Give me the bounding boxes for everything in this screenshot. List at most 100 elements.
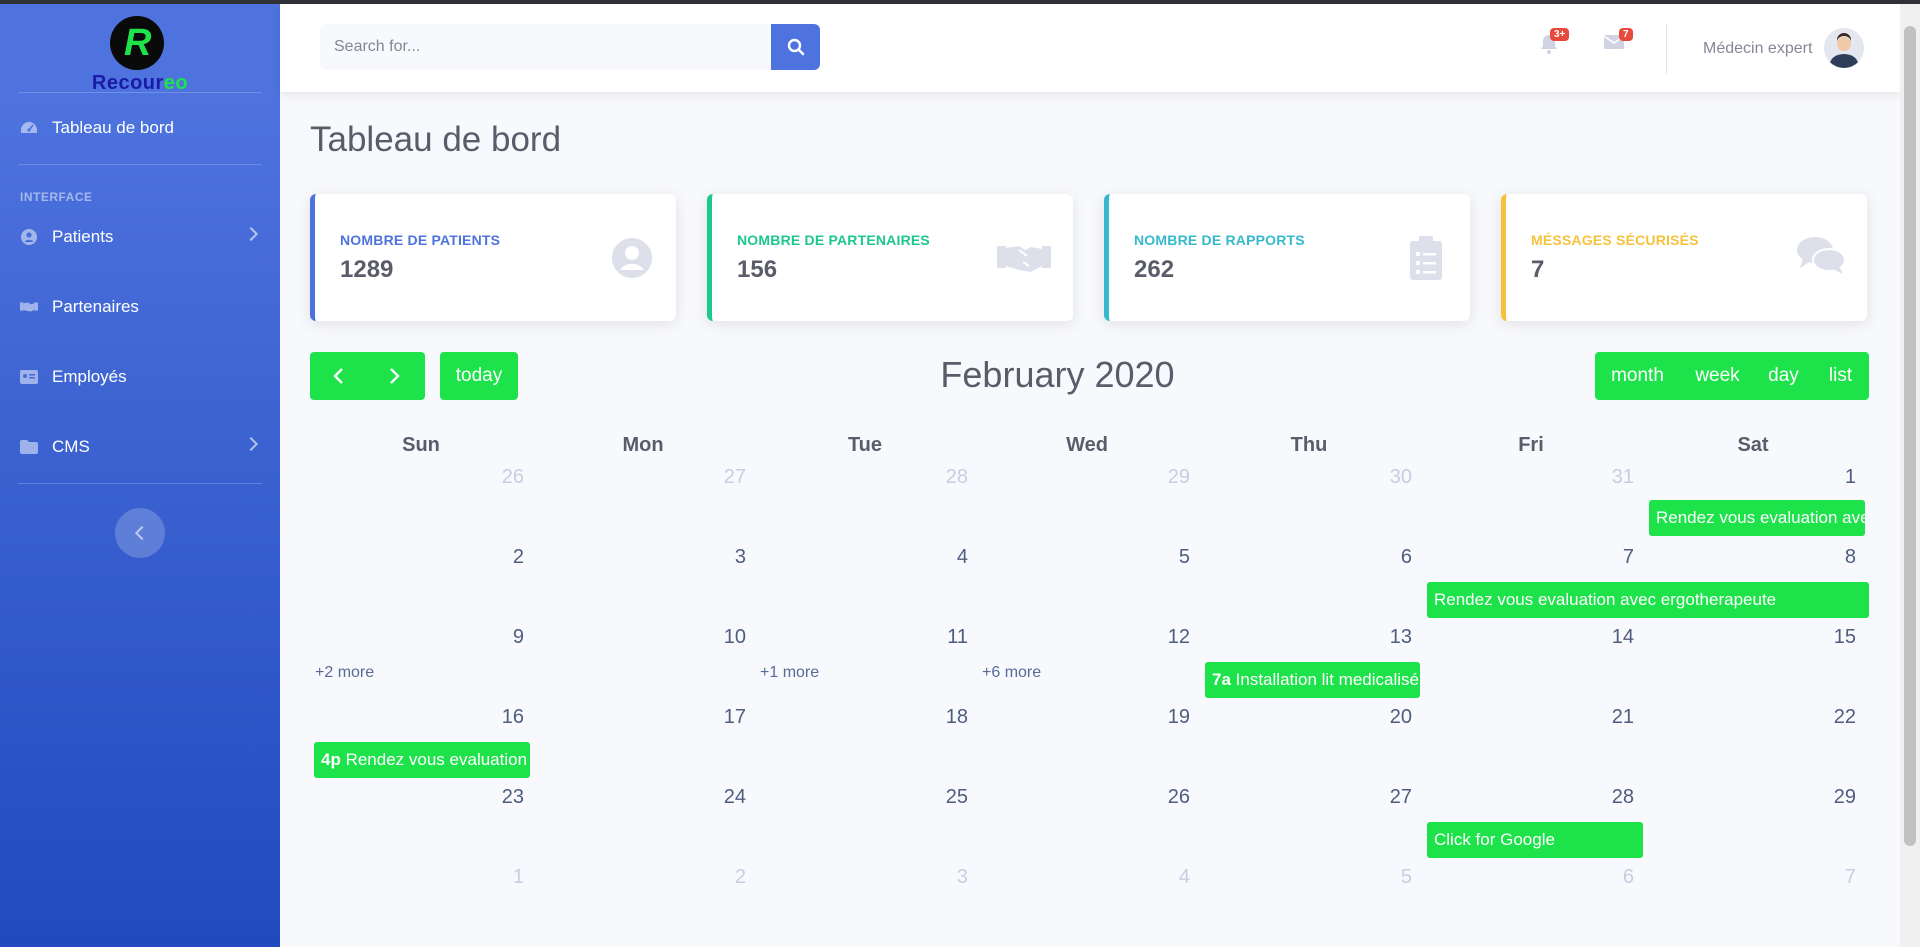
calendar-view-week-button[interactable]: week	[1680, 352, 1755, 400]
calendar-day-number[interactable]: 21	[1420, 706, 1642, 729]
calendar-weekday: Tue	[847, 434, 883, 456]
calendar-day-number[interactable]: 11	[754, 626, 976, 649]
sidebar: R Recoureo Tableau de bord INTERFACE Pat…	[0, 4, 280, 947]
calendar-day-number[interactable]: 27	[532, 466, 754, 489]
calendar-day-number[interactable]: 31	[1420, 466, 1642, 489]
sidebar-item-dashboard[interactable]: Tableau de bord	[0, 108, 280, 148]
calendar-day-number[interactable]: 10	[532, 626, 754, 649]
calendar-day-number[interactable]: 26	[976, 786, 1198, 809]
calendar-day-number[interactable]: 16	[310, 706, 532, 729]
user-name[interactable]: Médecin expert	[1703, 40, 1812, 58]
calendar-day-number[interactable]: 13	[1198, 626, 1420, 649]
calendar-view-month-button[interactable]: month	[1595, 352, 1680, 400]
calendar-day-number[interactable]: 2	[310, 546, 532, 569]
sidebar-item-partenaires[interactable]: Partenaires	[0, 287, 280, 327]
calendar-day-number[interactable]: 15	[1642, 626, 1864, 649]
window-top-strip	[0, 0, 1920, 4]
calendar-day-number[interactable]: 4	[754, 546, 976, 569]
calendar-day-number[interactable]: 6	[1420, 866, 1642, 889]
card-value: 1289	[340, 256, 394, 283]
calendar-day-number[interactable]: 18	[754, 706, 976, 729]
page-scrollbar[interactable]	[1900, 4, 1920, 947]
card-label: NOMBRE DE RAPPORTS	[1134, 232, 1305, 248]
calendar-event[interactable]: Rendez vous evaluation avec ergotherapeu…	[1649, 500, 1865, 536]
calendar-day-number[interactable]: 3	[754, 866, 976, 889]
topbar: 3+ 7 Médecin expert	[280, 4, 1900, 92]
handshake-icon	[997, 246, 1051, 272]
sidebar-item-cms[interactable]: CMS	[0, 427, 280, 467]
handshake-icon	[20, 299, 38, 315]
calendar-day-number[interactable]: 29	[976, 466, 1198, 489]
calendar-day-number[interactable]: 17	[532, 706, 754, 729]
calendar-day-number[interactable]: 2	[532, 866, 754, 889]
brand[interactable]: R Recoureo	[0, 12, 280, 96]
chevron-right-icon	[243, 226, 259, 242]
search-input[interactable]	[320, 24, 772, 70]
alerts-badge: 3+	[1550, 28, 1570, 41]
calendar-day-number[interactable]: 1	[310, 866, 532, 889]
search-button[interactable]	[771, 24, 820, 70]
card-value: 156	[737, 256, 778, 283]
topbar-divider	[1666, 24, 1667, 74]
sidebar-toggle-button[interactable]	[115, 508, 165, 558]
calendar-day-number[interactable]: 8	[1642, 546, 1864, 569]
calendar-day-number[interactable]: 9	[310, 626, 532, 649]
calendar-day-number[interactable]: 14	[1420, 626, 1642, 649]
sidebar-item-employes[interactable]: Employés	[0, 357, 280, 397]
alerts-button[interactable]: 3+	[1540, 28, 1570, 59]
calendar-day-number[interactable]: 7	[1642, 866, 1864, 889]
messages-button[interactable]: 7	[1603, 28, 1633, 55]
folder-icon	[20, 439, 38, 455]
card-value: 262	[1134, 256, 1175, 283]
scrollbar-thumb[interactable]	[1904, 26, 1916, 846]
calendar-weekday: Fri	[1518, 434, 1544, 456]
calendar-day-number[interactable]: 29	[1642, 786, 1864, 809]
sidebar-divider	[18, 164, 262, 165]
calendar-day-number[interactable]: 19	[976, 706, 1198, 729]
card-label: MÉSSAGES SÉCURISÉS	[1531, 232, 1699, 248]
calendar-next-button[interactable]	[365, 352, 425, 400]
calendar-day-number[interactable]: 20	[1198, 706, 1420, 729]
sidebar-item-label: Tableau de bord	[52, 118, 174, 137]
calendar-day-number[interactable]: 12	[976, 626, 1198, 649]
calendar-day-number[interactable]: 30	[1198, 466, 1420, 489]
calendar-today-button[interactable]: today	[440, 352, 518, 400]
brand-logo-icon: R	[110, 16, 164, 70]
calendar-more-link[interactable]: +6 more	[982, 664, 1041, 682]
calendar-day-number[interactable]: 25	[754, 786, 976, 809]
calendar-event[interactable]: Click for Google	[1427, 822, 1643, 858]
calendar-day-number[interactable]: 5	[1198, 866, 1420, 889]
calendar-event[interactable]: 4p Rendez vous evaluation	[314, 742, 530, 778]
card-messages: MÉSSAGES SÉCURISÉS 7	[1501, 194, 1867, 321]
calendar-prev-button[interactable]	[310, 352, 365, 400]
calendar-more-link[interactable]: +2 more	[315, 664, 374, 682]
calendar-view-list-button[interactable]: list	[1812, 352, 1869, 400]
calendar-day-number[interactable]: 6	[1198, 546, 1420, 569]
calendar-day-number[interactable]: 28	[1420, 786, 1642, 809]
avatar[interactable]	[1824, 28, 1864, 68]
calendar-day-number[interactable]: 7	[1420, 546, 1642, 569]
calendar-day-number[interactable]: 3	[532, 546, 754, 569]
calendar-event[interactable]: 7a Installation lit medicalisé	[1205, 662, 1420, 698]
calendar-day-number[interactable]: 27	[1198, 786, 1420, 809]
calendar-weekday: Thu	[1290, 434, 1328, 456]
sidebar-item-label: Patients	[52, 227, 114, 246]
calendar-day-number[interactable]: 4	[976, 866, 1198, 889]
calendar-view-day-button[interactable]: day	[1755, 352, 1812, 400]
calendar-day-number[interactable]: 5	[976, 546, 1198, 569]
calendar-more-link[interactable]: +1 more	[760, 664, 819, 682]
chevron-right-icon	[390, 368, 400, 384]
calendar-day-number[interactable]: 24	[532, 786, 754, 809]
id-card-icon	[20, 369, 38, 385]
comments-icon	[1797, 237, 1845, 274]
sidebar-heading: INTERFACE	[20, 190, 93, 204]
calendar-day-number[interactable]: 28	[754, 466, 976, 489]
calendar-day-number[interactable]: 22	[1642, 706, 1864, 729]
calendar-day-number[interactable]: 23	[310, 786, 532, 809]
calendar-event[interactable]: Rendez vous evaluation avec ergotherapeu…	[1427, 582, 1869, 618]
chevron-left-icon	[332, 368, 343, 384]
calendar-weekday: Sat	[1737, 434, 1769, 456]
calendar-day-number[interactable]: 26	[310, 466, 532, 489]
calendar-day-number[interactable]: 1	[1642, 466, 1864, 489]
sidebar-item-patients[interactable]: Patients	[0, 217, 280, 257]
